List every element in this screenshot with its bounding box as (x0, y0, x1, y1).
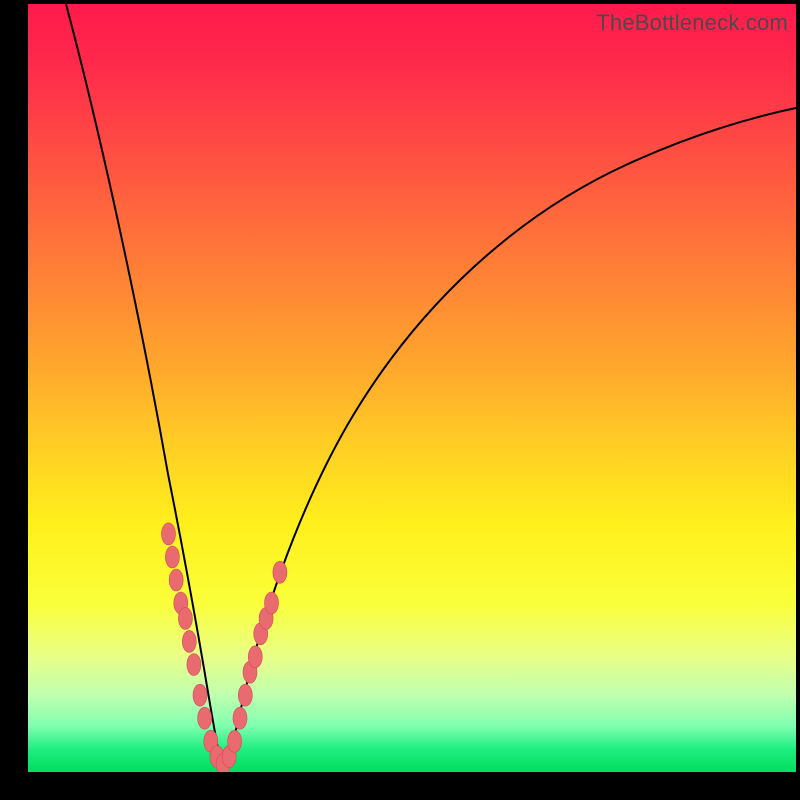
sample-point (273, 561, 287, 583)
sample-points-group (162, 523, 287, 772)
sample-point (238, 684, 252, 706)
plot-area: TheBottleneck.com (28, 4, 796, 772)
sample-point (265, 592, 279, 614)
sample-point (248, 646, 262, 668)
sample-point (198, 707, 212, 729)
sample-point (165, 546, 179, 568)
curve-layer (28, 4, 796, 772)
sample-point (228, 730, 242, 752)
chart-frame: TheBottleneck.com (0, 0, 800, 800)
sample-point (193, 684, 207, 706)
sample-point (169, 569, 183, 591)
sample-point (178, 607, 192, 629)
sample-point (162, 523, 176, 545)
sample-point (187, 654, 201, 676)
curve-left (66, 4, 224, 772)
sample-point (182, 630, 196, 652)
sample-point (233, 707, 247, 729)
curve-right (224, 108, 796, 772)
